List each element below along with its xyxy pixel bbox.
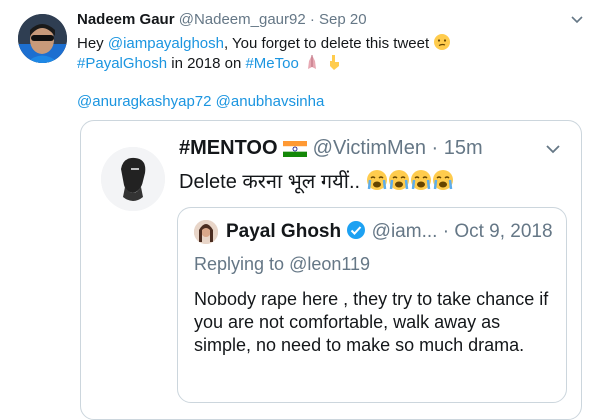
hashtag-link[interactable]: #PayalGhosh — [77, 55, 167, 72]
quoted-text: Delete करना भूल गयीं.. — [179, 171, 361, 193]
verified-badge-icon — [347, 221, 366, 239]
tweet-text-line2: #PayalGhosh in 2018 on #MeToo — [77, 53, 343, 74]
pointing-down-icon — [330, 55, 340, 70]
quoted-author-name[interactable]: #MENTOO — [179, 137, 278, 159]
confused-face-icon — [434, 34, 451, 50]
chevron-down-icon[interactable] — [569, 12, 585, 28]
replying-to-handle[interactable]: @leon119 — [289, 254, 370, 274]
separator: · — [305, 11, 320, 28]
praying-hands-icon — [308, 55, 317, 69]
replying-to-label: Replying to — [194, 254, 290, 274]
mention-link[interactable]: @anubhavsinha — [216, 93, 325, 110]
nested-header: Payal Ghosh @iam... · Oct 9, 2018 — [226, 220, 553, 243]
replying-to: Replying to @leon119 — [194, 254, 370, 275]
mention-link[interactable]: @iampayalghosh — [108, 35, 224, 52]
text-prefix: Hey — [77, 35, 108, 52]
quoted-timestamp[interactable]: 15m — [444, 137, 483, 159]
nested-author-name[interactable]: Payal Ghosh — [226, 221, 341, 242]
nested-quoted-tweet[interactable]: Payal Ghosh @iam... · Oct 9, 2018 Replyi… — [177, 207, 567, 403]
quoted-avatar[interactable] — [101, 147, 165, 211]
tweet-header: Nadeem Gaur @Nadeem_gaur92 · Sep 20 — [77, 11, 557, 31]
avatar-photo — [194, 220, 218, 244]
separator: · — [425, 137, 444, 159]
mention-link[interactable]: @anuragkashyap72 — [77, 93, 212, 110]
author-name[interactable]: Nadeem Gaur — [77, 11, 175, 28]
crying-faces-icon — [366, 170, 453, 190]
tweet-card[interactable]: Nadeem Gaur @Nadeem_gaur92 · Sep 20 Hey … — [0, 0, 602, 420]
quoted-tweet-text: Delete करना भूल गयीं.. — [179, 167, 454, 194]
nested-avatar[interactable] — [194, 220, 218, 244]
india-flag-icon — [283, 141, 308, 157]
quoted-tweet[interactable]: #MENTOO @VictimMen · 15m Delete करना भूल… — [80, 120, 582, 420]
author-handle[interactable]: @Nadeem_gaur92 — [179, 11, 306, 28]
avatar[interactable] — [18, 14, 67, 63]
avatar-silhouette — [101, 147, 165, 211]
tweet-mentions: @anuragkashyap72 @anubhavsinha — [77, 92, 324, 112]
nested-author-handle[interactable]: @iam... — [372, 221, 438, 242]
nested-tweet-text: Nobody rape here , they try to take chan… — [194, 289, 549, 355]
quoted-author-handle[interactable]: @VictimMen — [313, 137, 426, 159]
separator: · — [437, 221, 455, 242]
chevron-down-icon[interactable] — [543, 139, 563, 159]
tweet-text-line1: Hey @iampayalghosh, You forget to delete… — [77, 33, 451, 54]
quoted-header: #MENTOO @VictimMen · 15m — [179, 137, 483, 160]
text-suffix: , You forget to delete this tweet — [223, 35, 430, 52]
hashtag-link[interactable]: #MeToo — [245, 55, 298, 72]
text-middle: in 2018 on — [167, 55, 246, 72]
nested-timestamp[interactable]: Oct 9, 2018 — [454, 221, 552, 242]
timestamp[interactable]: Sep 20 — [319, 11, 367, 28]
avatar-photo — [18, 14, 67, 63]
